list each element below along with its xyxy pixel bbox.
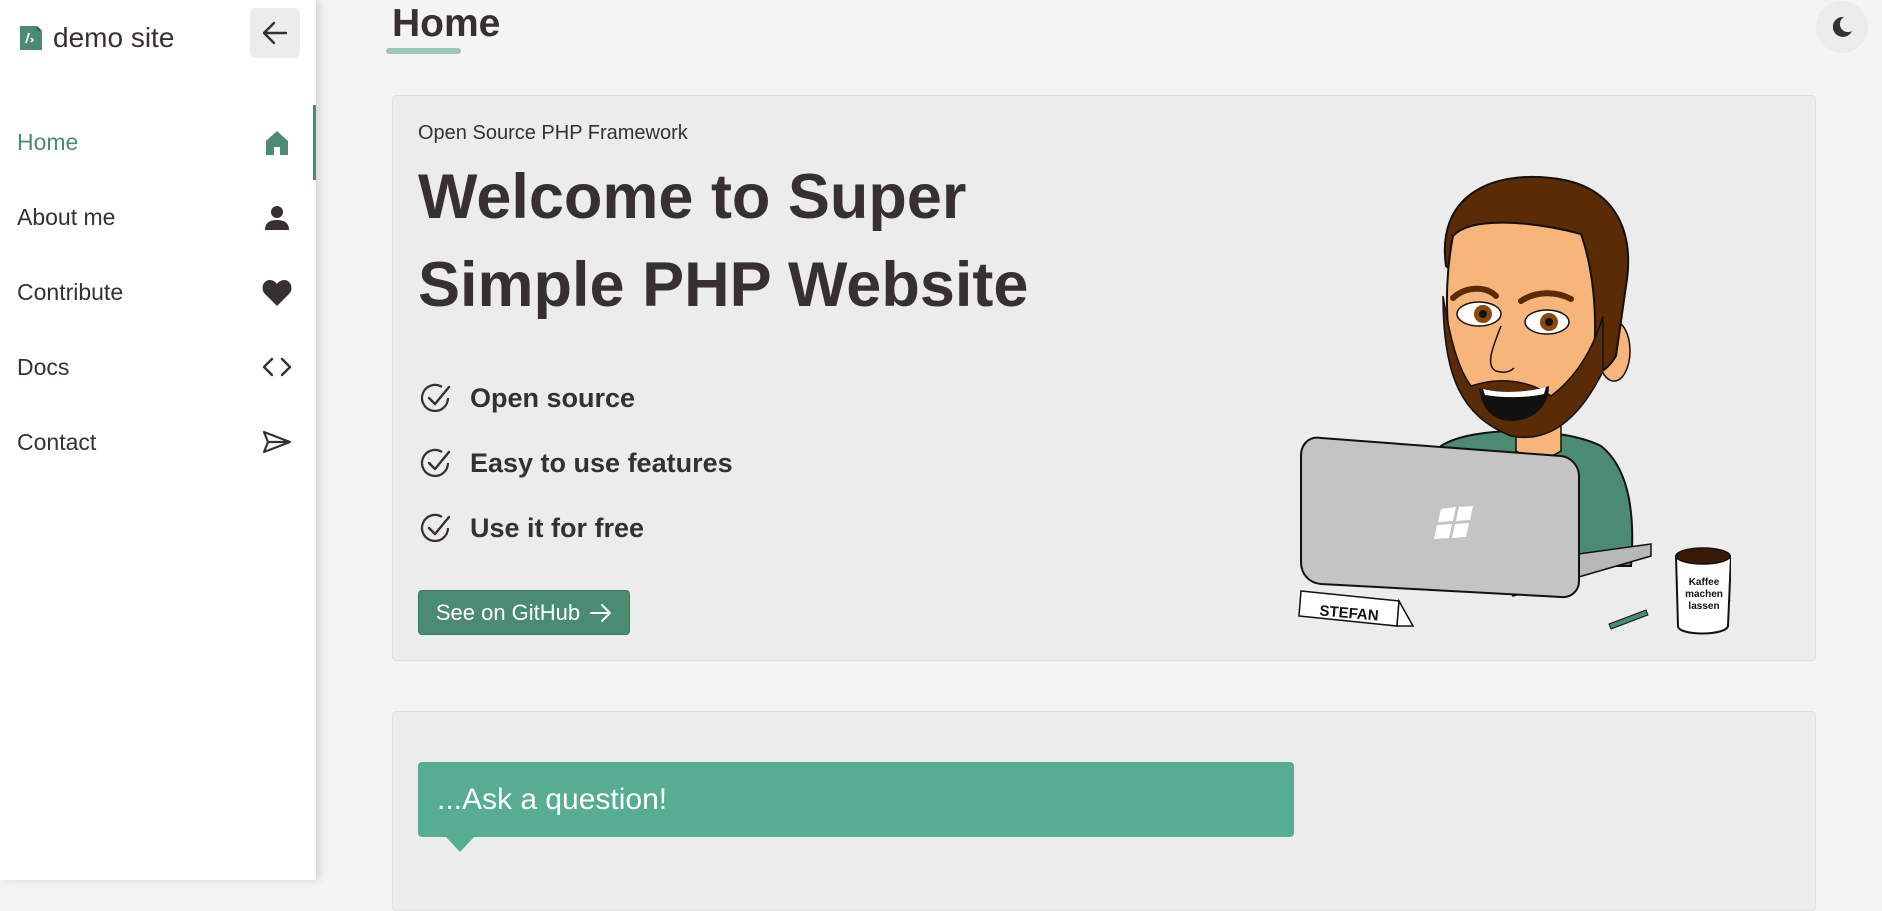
collapse-sidebar-button[interactable] — [250, 8, 300, 58]
arrow-right-icon — [590, 603, 612, 622]
theme-toggle-button[interactable] — [1816, 1, 1868, 53]
check-circle-icon — [420, 383, 451, 412]
sidebar-item-label: Docs — [17, 354, 70, 380]
send-icon — [260, 426, 294, 460]
main-content: Home Open Source PHP Framework Welcome t… — [316, 0, 1882, 911]
feature-item: Use it for free — [418, 496, 733, 561]
hero-headline: Welcome to Super Simple PHP Website — [418, 153, 1058, 329]
arrow-left-icon — [262, 21, 288, 45]
speech-tail — [446, 837, 474, 852]
title-underline — [386, 48, 461, 54]
sidebar-item-label: Contribute — [17, 279, 124, 305]
hero-headline-line2: Simple PHP Website — [418, 250, 1029, 320]
sidebar-item-label: About me — [17, 204, 116, 230]
sidebar-item-contribute[interactable]: Contribute — [0, 255, 316, 330]
ask-question-banner[interactable]: ...Ask a question! — [418, 762, 1294, 852]
feature-item: Easy to use features — [418, 431, 733, 496]
sidebar-item-home[interactable]: Home — [0, 105, 316, 180]
sidebar-item-label: Contact — [17, 429, 97, 455]
check-circle-icon — [420, 513, 451, 542]
hero-headline-line1: Welcome to Super — [418, 162, 967, 232]
see-on-github-button[interactable]: See on GitHub — [418, 590, 630, 635]
feature-text: Easy to use features — [470, 448, 733, 478]
mug-text-line1: Kaffee — [1689, 577, 1720, 588]
feature-text: Use it for free — [470, 513, 645, 543]
code-icon — [260, 351, 294, 385]
mug-text-line2: machen — [1685, 589, 1723, 600]
person-icon — [260, 201, 294, 235]
question-card: ...Ask a question! — [392, 711, 1816, 911]
page-title: Home — [392, 2, 501, 45]
feature-text: Open source — [470, 383, 636, 413]
hero-card: Open Source PHP Framework Welcome to Sup… — [392, 95, 1816, 661]
sidebar-item-label: Home — [17, 129, 79, 155]
sidebar-nav: Home About me Contribute Docs Contact — [0, 105, 316, 480]
sidebar-item-docs[interactable]: Docs — [0, 330, 316, 405]
heart-icon — [260, 276, 294, 310]
sidebar-item-contact[interactable]: Contact — [0, 405, 316, 480]
sidebar: demo site Home About me Contribute Docs — [0, 0, 316, 880]
ask-question-label: ...Ask a question! — [437, 782, 668, 816]
brand-name: demo site — [53, 22, 175, 53]
developer-illustration: STEFAN Kaffee machen lassen — [1298, 175, 1731, 635]
check-circle-icon — [420, 448, 451, 477]
home-icon — [260, 126, 294, 160]
brand[interactable]: demo site — [17, 18, 174, 58]
moon-icon — [1832, 16, 1852, 37]
logo-icon — [20, 26, 42, 50]
feature-list: Open source Easy to use features Use it … — [418, 366, 733, 561]
github-button-label: See on GitHub — [435, 599, 581, 625]
hero-eyebrow: Open Source PHP Framework — [418, 122, 688, 144]
mug-text-line3: lassen — [1688, 601, 1719, 612]
sidebar-item-about-me[interactable]: About me — [0, 180, 316, 255]
feature-item: Open source — [418, 366, 733, 431]
